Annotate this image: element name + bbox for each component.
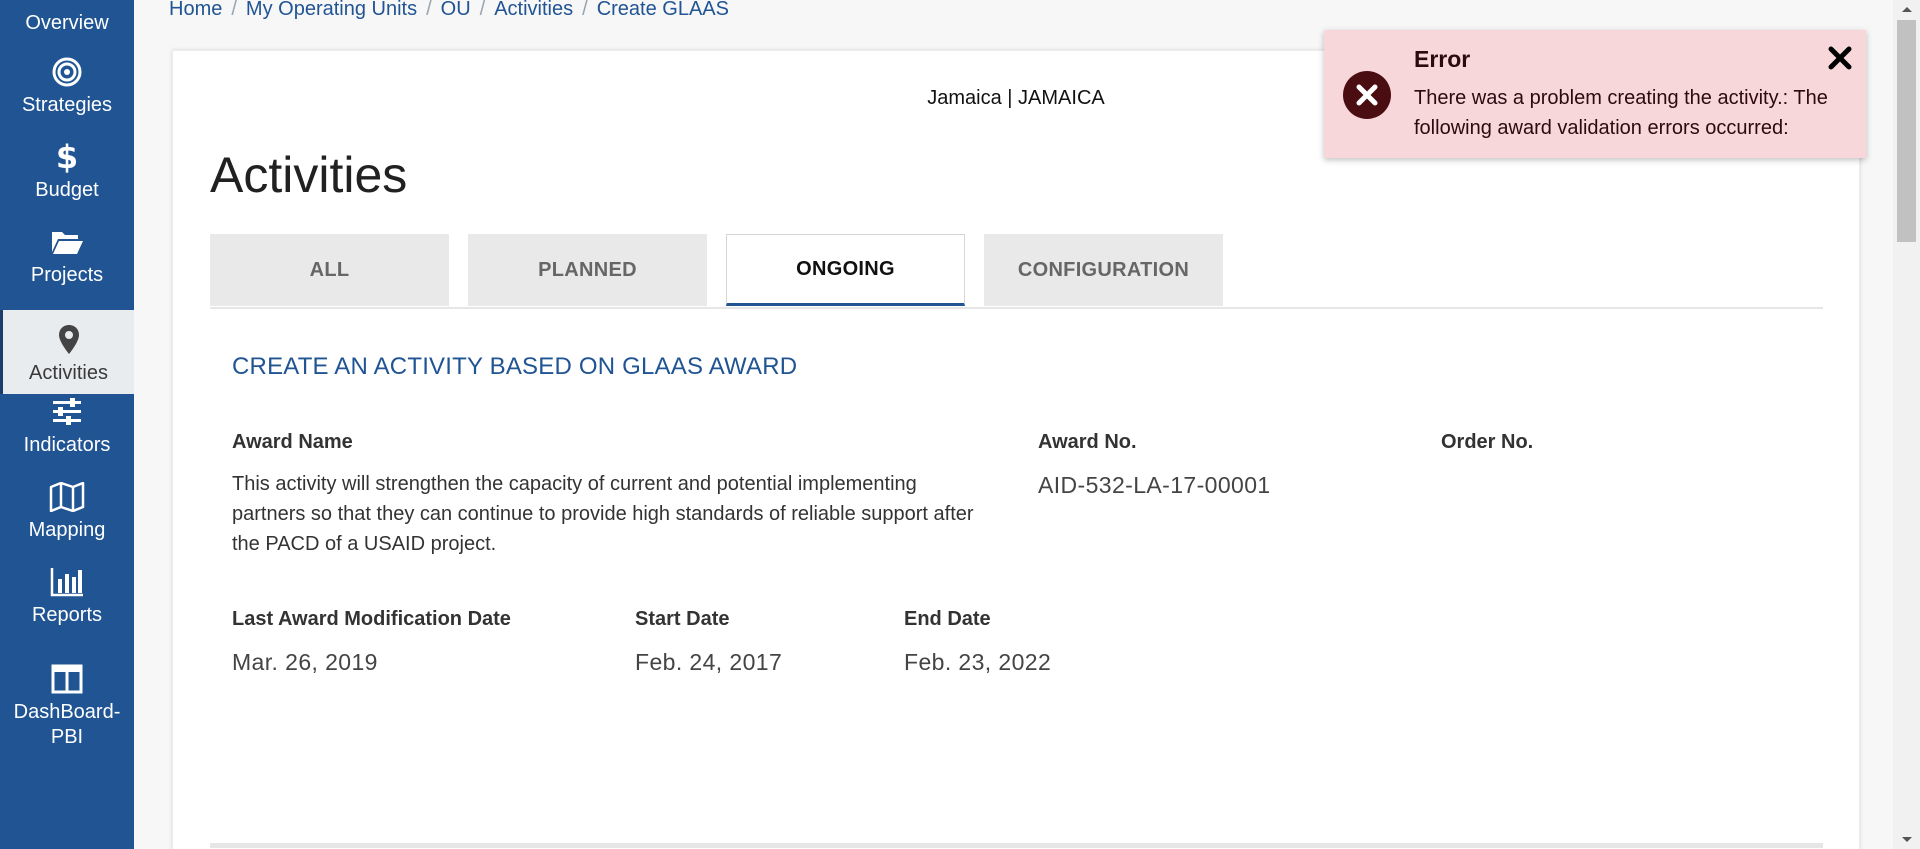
breadcrumb-separator: / [231,0,237,20]
sidebar-item-label: Overview [25,12,109,34]
last-modification-date-value: Mar. 26, 2019 [232,649,378,675]
order-no-label: Order No. [1441,431,1534,453]
breadcrumb-separator: / [426,0,432,20]
breadcrumb-separator: / [582,0,588,20]
map-icon [49,480,85,514]
breadcrumb-create-glaas[interactable]: Create GLAAS [597,0,729,21]
toast-title: Error [1414,46,1471,72]
sidebar-nav: Overview Strategies $ Budget Projects Ac… [0,0,134,849]
start-date-value: Feb. 24, 2017 [635,649,783,675]
scroll-down-arrow-icon[interactable] [1893,831,1920,849]
sidebar-item-label: Mapping [28,519,106,541]
sidebar-item-label: Budget [35,179,99,201]
toast-message: There was a problem creating the activit… [1414,87,1828,139]
tab-all[interactable]: ALL [210,234,449,306]
section-title: CREATE AN ACTIVITY BASED ON GLAAS AWARD [232,353,798,380]
award-name-value: This activity will strengthen the capaci… [232,473,974,555]
sidebar-item-budget[interactable]: $ Budget [0,127,134,211]
folder-icon [49,225,85,259]
sidebar-item-overview[interactable]: Overview [0,0,134,44]
end-date-value: Feb. 23, 2022 [904,649,1052,675]
overview-icon [49,0,85,7]
scrollbar-thumb[interactable] [1897,20,1916,242]
sidebar-item-label: Strategies [21,94,113,116]
vertical-scrollbar[interactable] [1893,0,1920,849]
bar-chart-icon [49,565,85,599]
error-toast: Error There was a problem creating the a… [1324,30,1866,158]
last-modification-date-label: Last Award Modification Date [232,608,511,630]
svg-text:$: $ [56,140,78,174]
sidebar-item-indicators[interactable]: Indicators [0,382,134,466]
error-circle-icon [1342,70,1392,120]
sidebar-item-label: Reports [31,604,103,626]
page-title: Activities [210,147,408,203]
section-divider [210,843,1823,848]
breadcrumb: Home / My Operating Units / OU / Activit… [169,0,729,22]
award-no-value: AID-532-LA-17-00001 [1038,472,1271,498]
main-card: Jamaica | JAMAICA Activities ALL PLANNED… [172,50,1860,849]
tab-configuration[interactable]: CONFIGURATION [984,234,1223,306]
sidebar-item-strategies[interactable]: Strategies [0,42,134,126]
breadcrumb-ou[interactable]: OU [441,0,471,21]
close-icon[interactable] [1826,44,1854,72]
tab-ongoing[interactable]: ONGOING [726,234,965,306]
app-page: Overview Strategies $ Budget Projects Ac… [0,0,1920,849]
dollar-icon: $ [49,140,85,174]
sidebar-item-label: Indicators [23,434,111,456]
sidebar-item-dashboard-pbi[interactable]: DashBoard-PBI [0,656,134,752]
sliders-icon [49,395,85,429]
breadcrumb-separator: / [479,0,486,20]
scroll-up-arrow-icon[interactable] [1893,0,1920,18]
sidebar-item-label: DashBoard-PBI [13,701,121,748]
breadcrumb-home[interactable]: Home [169,0,222,21]
start-date-label: Start Date [635,608,730,630]
target-icon [49,55,85,89]
award-name-label: Award Name [232,431,353,453]
map-pin-icon [51,323,87,357]
sidebar-item-label: Projects [30,264,104,286]
sidebar-item-reports[interactable]: Reports [0,552,134,636]
sidebar-item-mapping[interactable]: Mapping [0,467,134,551]
breadcrumb-activities[interactable]: Activities [494,0,573,21]
end-date-label: End Date [904,608,991,630]
tab-planned[interactable]: PLANNED [468,234,707,306]
columns-icon [49,662,85,696]
activity-tabs: ALL PLANNED ONGOING CONFIGURATION [210,234,1823,309]
breadcrumb-my-operating-units[interactable]: My Operating Units [246,0,417,21]
award-no-label: Award No. [1038,431,1137,453]
sidebar-item-projects[interactable]: Projects [0,212,134,296]
